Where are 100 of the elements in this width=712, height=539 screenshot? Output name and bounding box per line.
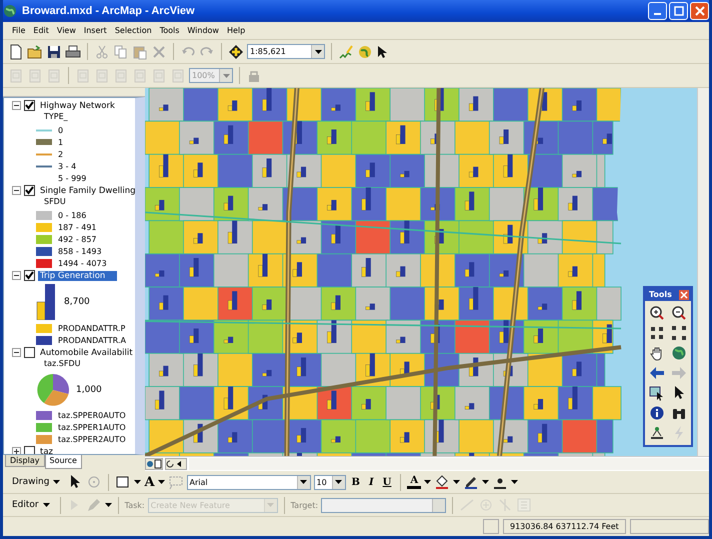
menu-item[interactable]: View <box>54 26 79 35</box>
caret-icon[interactable] <box>424 480 432 484</box>
layer-name[interactable]: Trip Generation <box>38 270 118 280</box>
font-combo[interactable]: Arial <box>186 474 311 490</box>
chart-value-label: 1,000 <box>76 385 102 395</box>
legend-label: PRODANDATTR.A <box>58 336 126 344</box>
legend-label: taz.SPPER0AUTO <box>58 410 126 420</box>
caret-icon[interactable] <box>453 480 460 484</box>
field-name: SFDU <box>43 197 67 208</box>
vertical-scrollbar[interactable] <box>697 88 709 456</box>
info-icon[interactable] <box>649 405 665 421</box>
maximize-icon[interactable] <box>669 2 688 20</box>
layer-name[interactable]: taz <box>38 446 56 454</box>
legend-label: taz.SPPER1AUTO <box>58 422 126 432</box>
layer-checkbox[interactable] <box>24 446 35 454</box>
caret-icon[interactable] <box>511 480 518 484</box>
add-data-icon[interactable] <box>228 44 244 60</box>
globe-icon[interactable] <box>357 44 373 60</box>
close-icon[interactable] <box>690 2 709 20</box>
measure-icon[interactable] <box>649 425 665 441</box>
menu-item[interactable]: Selection <box>112 26 155 35</box>
menu-item[interactable]: Insert <box>80 26 110 35</box>
underline-button[interactable]: U <box>380 476 394 488</box>
legend-label: 2 <box>58 150 64 158</box>
open-folder-icon[interactable] <box>27 44 43 60</box>
print-icon[interactable] <box>65 44 81 60</box>
caret-icon[interactable] <box>104 503 112 507</box>
task-label: Task: <box>124 500 145 510</box>
legend-label: 0 <box>58 126 64 134</box>
text-tool-button[interactable]: A <box>144 474 155 490</box>
close-icon[interactable] <box>679 290 689 300</box>
new-document-icon[interactable] <box>8 44 24 60</box>
caret-icon[interactable] <box>158 480 165 484</box>
caret-icon[interactable] <box>134 480 142 484</box>
layer-checkbox[interactable] <box>24 100 35 111</box>
rectangle-icon[interactable] <box>115 474 132 490</box>
collapse-icon[interactable] <box>12 186 21 195</box>
font-size-combo[interactable]: 10 <box>314 474 346 490</box>
scale-combo[interactable]: 1:85,621 <box>247 44 325 59</box>
expand-icon[interactable] <box>12 447 21 454</box>
editor-icon[interactable] <box>338 44 354 60</box>
caret-icon[interactable] <box>482 480 490 484</box>
caret-icon[interactable] <box>335 480 342 484</box>
legend-label: 1 <box>58 138 64 146</box>
fill-bucket-icon[interactable] <box>434 474 450 490</box>
horizontal-scrollbar[interactable] <box>189 458 709 470</box>
tools-window-title: Tools <box>649 290 672 299</box>
menu-item[interactable]: File <box>9 26 28 35</box>
caret-icon[interactable] <box>300 480 308 484</box>
legend-label: taz.SPPER2AUTO <box>58 434 126 444</box>
legend-label: 3 - 4 <box>58 162 76 170</box>
collapse-icon[interactable] <box>12 101 21 110</box>
legend-label: 1494 - 4073 <box>58 258 107 268</box>
legend-label: 187 - 491 <box>58 222 97 232</box>
layer-name[interactable]: Highway Network <box>38 100 117 110</box>
layer-checkbox[interactable] <box>24 270 35 281</box>
back-arrow-icon[interactable] <box>649 365 665 381</box>
refresh-icon[interactable] <box>165 458 187 470</box>
layer-checkbox[interactable] <box>24 347 35 358</box>
bold-button[interactable]: B <box>348 476 363 488</box>
legend-label: PRODANDATTR.P <box>58 324 126 332</box>
legend-label: 492 - 857 <box>58 234 97 244</box>
select-features-icon[interactable] <box>649 385 665 401</box>
chart-value-label: 8,700 <box>64 297 90 307</box>
menu-item[interactable]: Edit <box>30 26 52 35</box>
caret-icon[interactable] <box>53 480 60 484</box>
menu-item[interactable]: Help <box>224 26 248 35</box>
toc-tab[interactable]: Display <box>5 455 44 467</box>
caret-icon[interactable] <box>42 503 50 507</box>
bar-chart-symbol-icon <box>36 284 58 320</box>
target-label: Target: <box>290 500 318 510</box>
save-icon[interactable] <box>46 44 62 60</box>
globe-icon[interactable] <box>671 345 687 361</box>
font-color-button[interactable]: A <box>407 475 422 489</box>
minimize-icon[interactable] <box>648 2 667 20</box>
zoom-out-icon[interactable] <box>671 305 687 321</box>
drawing-menu-button[interactable]: Drawing <box>8 477 64 487</box>
field-name: TYPE_ <box>43 112 69 123</box>
collapse-icon[interactable] <box>12 271 21 280</box>
caret-icon[interactable] <box>314 50 322 54</box>
status-panel <box>483 519 499 534</box>
squares-outward-icon[interactable] <box>671 325 687 341</box>
collapse-icon[interactable] <box>12 348 21 357</box>
menu-item[interactable]: Tools <box>156 26 182 35</box>
zoom-in-icon[interactable] <box>649 305 665 321</box>
coordinates-readout: 913036.84 637112.74 Feet <box>503 519 626 534</box>
menu-item[interactable]: Window <box>184 26 222 35</box>
legend-label: 858 - 1493 <box>58 246 102 256</box>
squares-inward-icon[interactable] <box>649 325 665 341</box>
layout-view-icon[interactable] <box>145 458 163 470</box>
layer-name[interactable]: Automobile Availabilit <box>38 348 135 358</box>
italic-button[interactable]: I <box>366 476 377 488</box>
window-title: Broward.mxd - ArcMap - ArcView <box>22 5 195 17</box>
toc-tab[interactable]: Source <box>44 455 82 469</box>
map-drawing[interactable] <box>145 88 697 456</box>
layer-checkbox[interactable] <box>24 185 35 196</box>
legend-label: 5 - 999 <box>58 174 86 182</box>
layer-name[interactable]: Single Family Dwelling <box>38 186 135 196</box>
app-globe-icon <box>3 4 17 18</box>
pen-icon[interactable] <box>463 474 480 490</box>
